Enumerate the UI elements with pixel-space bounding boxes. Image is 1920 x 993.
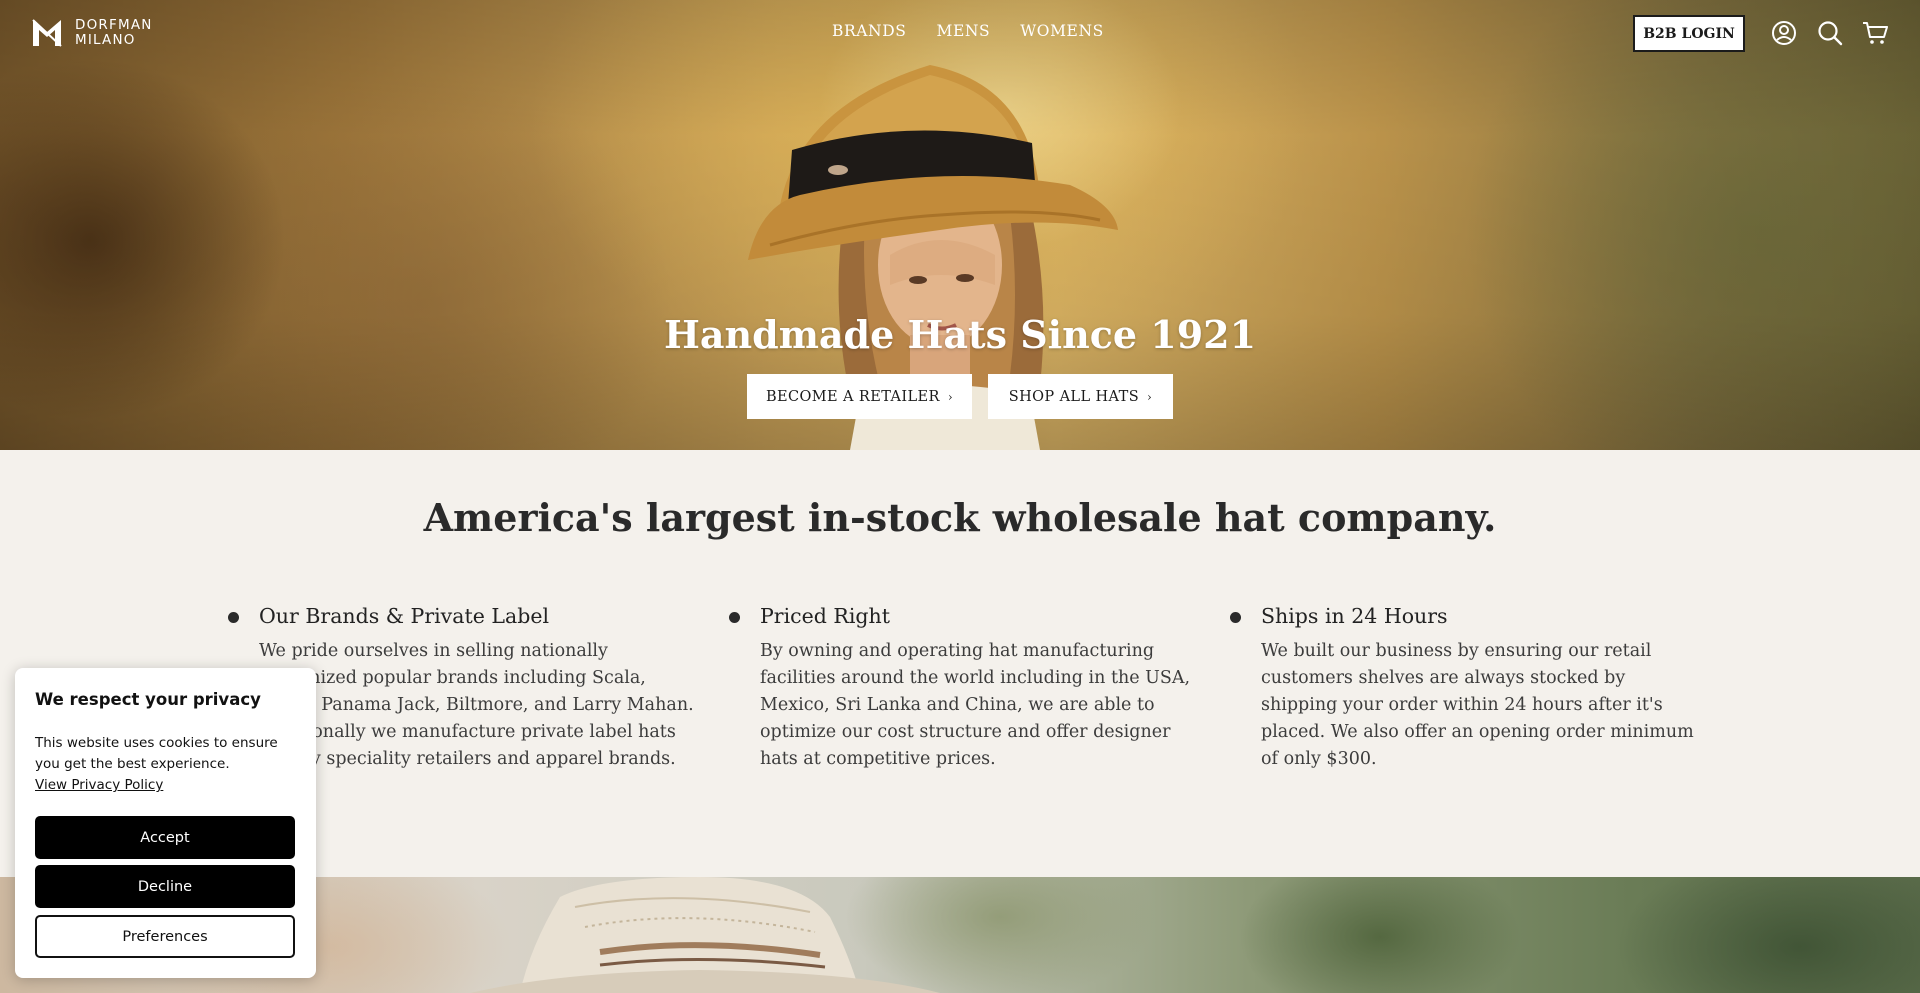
cookie-consent-dialog: We respect your privacy This website use… xyxy=(15,668,316,978)
logo-line2: MILANO xyxy=(75,32,136,48)
feature-title: Ships in 24 Hours xyxy=(1261,604,1448,628)
nav-womens[interactable]: WOMENS xyxy=(1020,22,1104,40)
logo[interactable]: DORFMAN MILANO xyxy=(31,18,153,48)
cookie-message: This website uses cookies to ensure you … xyxy=(35,733,300,796)
top-navbar: DORFMAN MILANO BRANDS MENS WOMENS B2B LO… xyxy=(0,0,1920,64)
hero-title: Handmade Hats Since 1921 xyxy=(663,312,1257,357)
feature-pricing: Priced Right By owning and operating hat… xyxy=(729,604,1200,773)
feature-brands: Our Brands & Private Label We pride ours… xyxy=(228,604,699,773)
feature-title: Our Brands & Private Label xyxy=(259,604,550,628)
decline-button[interactable]: Decline xyxy=(35,865,295,908)
become-retailer-button[interactable]: BECOME A RETAILER › xyxy=(747,374,972,419)
cookie-title: We respect your privacy xyxy=(35,690,261,709)
bullet-dot xyxy=(729,612,740,623)
search-icon[interactable] xyxy=(1817,20,1843,46)
shop-all-hats-label: SHOP ALL HATS xyxy=(1008,388,1140,405)
logo-text: DORFMAN MILANO xyxy=(75,18,153,48)
become-retailer-label: BECOME A RETAILER xyxy=(765,388,940,405)
account-icon[interactable] xyxy=(1771,20,1797,46)
cart-icon[interactable] xyxy=(1862,20,1888,46)
feature-text: We built our business by ensuring our re… xyxy=(1261,641,1694,769)
bullet-dot xyxy=(228,612,239,623)
feature-text: By owning and operating hat manufacturin… xyxy=(760,641,1191,769)
preferences-button[interactable]: Preferences xyxy=(35,915,295,958)
logo-line1: DORFMAN xyxy=(75,17,153,33)
bullet-dot xyxy=(1230,612,1241,623)
main-nav: BRANDS MENS WOMENS xyxy=(832,22,1104,40)
hero-banner: DORFMAN MILANO BRANDS MENS WOMENS B2B LO… xyxy=(0,0,1920,450)
nav-brands[interactable]: BRANDS xyxy=(832,22,906,40)
shop-all-hats-button[interactable]: SHOP ALL HATS › xyxy=(988,374,1173,419)
logo-mark-icon xyxy=(32,19,62,47)
feature-text: We pride ourselves in selling nationally… xyxy=(259,641,694,769)
feature-title: Priced Right xyxy=(760,604,890,628)
nav-mens[interactable]: MENS xyxy=(936,22,990,40)
cookie-text: This website uses cookies to ensure you … xyxy=(35,735,278,772)
privacy-policy-link[interactable]: View Privacy Policy xyxy=(35,777,163,793)
chevron-right-icon: › xyxy=(1147,389,1153,404)
b2b-login-button[interactable]: B2B LOGIN xyxy=(1633,15,1745,52)
feature-shipping: Ships in 24 Hours We built our business … xyxy=(1230,604,1701,773)
chevron-right-icon: › xyxy=(947,389,954,404)
accept-button[interactable]: Accept xyxy=(35,816,295,859)
intro-heading: America's largest in-stock wholesale hat… xyxy=(423,495,1497,540)
